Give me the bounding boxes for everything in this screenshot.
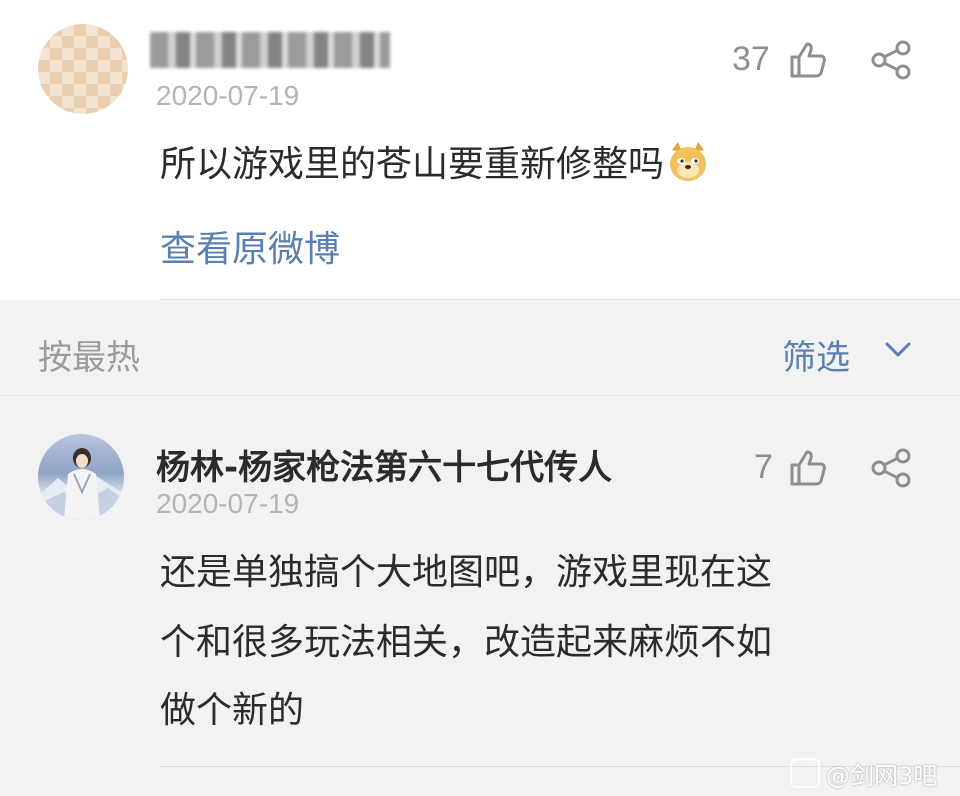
comment-text-line: 还是单独搞个大地图吧，游戏里现在这 (160, 552, 773, 593)
post-date: 2020-07-19 (156, 80, 300, 111)
post-like-count[interactable]: 37 (732, 40, 770, 79)
comment-like-count[interactable]: 7 (754, 448, 773, 487)
thumbs-up-icon[interactable] (788, 448, 828, 488)
comment-date: 2020-07-19 (156, 488, 300, 519)
doge-emoji-icon (670, 142, 707, 181)
watermark: @剑网3吧 (826, 762, 938, 790)
avatar-figure-image (38, 448, 124, 520)
commenter-avatar[interactable] (38, 434, 124, 520)
commenter-username[interactable]: 杨林-杨家枪法第六十七代传人 (156, 440, 612, 489)
watermark-logo-icon (790, 758, 820, 788)
original-post-card: 2020-07-19 37 所以游戏里的苍山要重新修整吗 查看原微博 (0, 0, 960, 300)
post-text: 所以游戏里的苍山要重新修整吗 (160, 136, 710, 194)
share-icon[interactable] (870, 40, 912, 80)
divider (160, 299, 960, 300)
sort-bar: 按最热 筛选 (0, 302, 960, 396)
share-icon[interactable] (870, 448, 912, 488)
sort-by-hot-button[interactable]: 按最热 (38, 330, 140, 379)
username-blurred[interactable] (150, 32, 390, 68)
thumbs-up-icon[interactable] (788, 40, 828, 80)
chevron-down-icon[interactable] (884, 340, 912, 360)
comment-text-line: 做个新的 (160, 690, 305, 731)
comment-text-line: 个和很多玩法相关，改造起来麻烦不如 (160, 622, 773, 663)
view-original-weibo-link[interactable]: 查看原微博 (160, 220, 340, 272)
filter-button[interactable]: 筛选 (782, 330, 850, 379)
avatar[interactable] (38, 24, 128, 114)
